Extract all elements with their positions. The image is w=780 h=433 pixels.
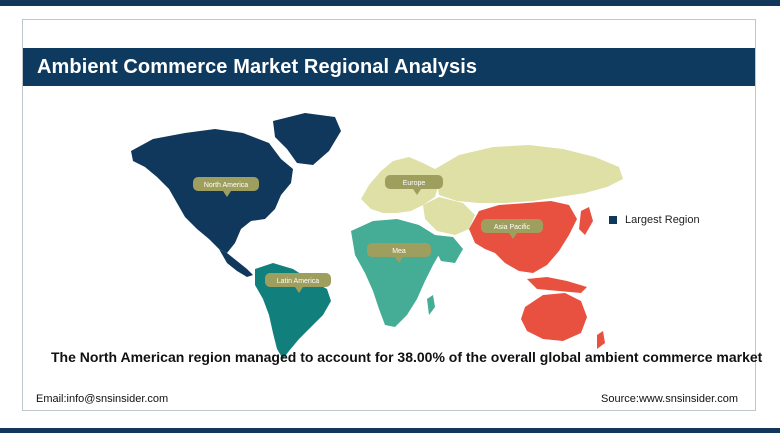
region-shape-japan bbox=[579, 207, 593, 235]
callout-label-mea: Mea bbox=[392, 248, 406, 255]
region-shape-australia bbox=[521, 293, 587, 341]
region-shape-new-zealand bbox=[597, 331, 605, 349]
bottom-accent-bar bbox=[0, 428, 780, 433]
callout-label-europe: Europe bbox=[403, 180, 426, 187]
region-shape-arabia bbox=[435, 235, 463, 263]
region-shape-madagascar bbox=[427, 295, 435, 315]
legend-swatch bbox=[609, 216, 617, 224]
region-shape-central-america bbox=[219, 249, 253, 277]
region-shape-central-asia bbox=[423, 197, 475, 235]
market-share-footnote: The North American region managed to acc… bbox=[51, 349, 763, 365]
contact-email: Email:info@snsinsider.com bbox=[36, 393, 169, 405]
legend: Largest Region bbox=[609, 214, 700, 226]
world-map: North America Europe Asia Pacific Mea La… bbox=[131, 113, 623, 359]
callout-label-asia-pacific: Asia Pacific bbox=[494, 224, 531, 231]
callout-label-latin-america: Latin America bbox=[277, 278, 320, 285]
region-shape-indonesia bbox=[527, 277, 587, 293]
source-credit: Source:www.snsinsider.com bbox=[601, 393, 738, 405]
region-shape-northern-asia bbox=[435, 145, 623, 203]
region-shape-asia-pacific bbox=[469, 201, 577, 273]
region-shape-mea bbox=[351, 219, 441, 327]
region-shape-greenland bbox=[273, 113, 341, 165]
infographic-card: Ambient Commerce Market Regional Analysi… bbox=[22, 19, 763, 411]
page-title: Ambient Commerce Market Regional Analysi… bbox=[37, 56, 478, 78]
legend-label: Largest Region bbox=[625, 214, 700, 226]
top-accent-bar bbox=[0, 0, 780, 6]
title-banner: Ambient Commerce Market Regional Analysi… bbox=[23, 48, 755, 86]
callout-label-north-america: North America bbox=[204, 182, 248, 189]
